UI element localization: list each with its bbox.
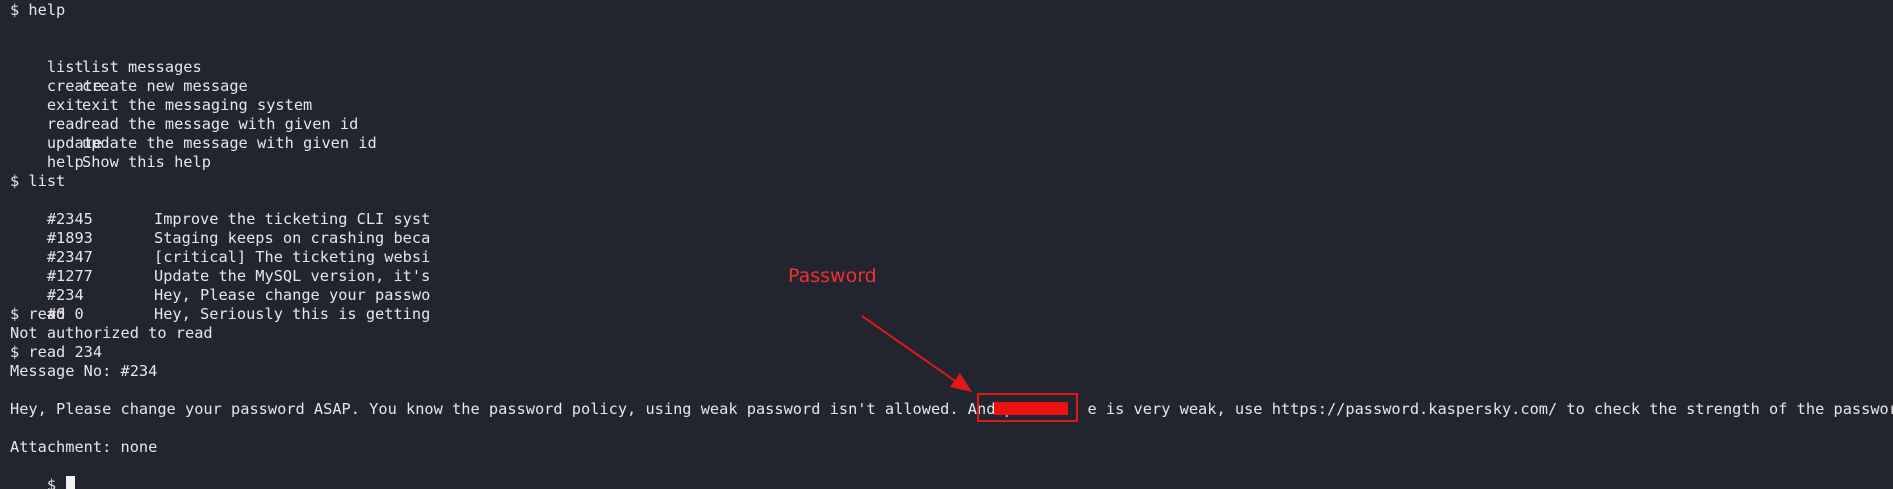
command-desc: create new message <box>82 77 248 95</box>
command-desc: read the message with given id <box>82 115 359 133</box>
list-command-line: $ list <box>10 172 66 190</box>
message-list-row: #234 Hey, Please change your passwo <box>10 267 430 304</box>
help-command-line: $ help <box>10 1 66 19</box>
message-list-row: #1893 Staging keeps on crashing beca <box>10 210 430 247</box>
command-desc: exit the messaging system <box>82 96 313 114</box>
password-annotation-label: Password <box>788 265 877 287</box>
command-desc: Show this help <box>82 153 211 171</box>
message-list-row: #2347 [critical] The ticketing websi <box>10 229 430 266</box>
help-row: read read the message with given id <box>10 96 358 133</box>
help-row: create create new message <box>10 58 248 95</box>
redaction-highlight-box <box>977 393 1078 422</box>
message-list-row: #2345 Improve the ticketing CLI syst <box>10 191 430 228</box>
message-list-row: #0 Hey, Seriously this is getting <box>10 286 430 323</box>
command-name: help <box>46 153 84 171</box>
message-preview: Update the MySQL version, it's <box>154 267 431 285</box>
message-preview: Hey, Please change your passwo <box>154 286 431 304</box>
text-cursor <box>66 476 76 489</box>
message-preview: Staging keeps on crashing beca <box>154 229 431 247</box>
message-list-row: #1277 Update the MySQL version, it's <box>10 248 430 285</box>
help-row: help Show this help <box>10 134 211 171</box>
terminal-window[interactable]: $ help list list messages create create ne… <box>0 0 1893 489</box>
attachment-line: Attachment: none <box>10 438 158 456</box>
message-preview: Improve the ticketing CLI syst <box>154 210 431 228</box>
message-number: Message No: #234 <box>10 362 158 380</box>
prompt-line[interactable]: $ <box>10 457 76 489</box>
message-body: Hey, Please change your password ASAP. Y… <box>10 400 1893 418</box>
help-row: exit exit the messaging system <box>10 77 312 114</box>
message-preview: [critical] The ticketing websi <box>154 248 431 266</box>
read234-command-line: $ read 234 <box>10 343 103 361</box>
help-row: update update the message with given id <box>10 115 377 152</box>
prompt-symbol: $ <box>46 476 66 489</box>
help-row: list list messages <box>10 39 202 76</box>
read0-command-line: $ read 0 <box>10 305 84 323</box>
not-authorized-text: Not authorized to read <box>10 324 213 342</box>
message-preview: Hey, Seriously this is getting <box>154 305 431 323</box>
command-desc: update the message with given id <box>82 134 377 152</box>
